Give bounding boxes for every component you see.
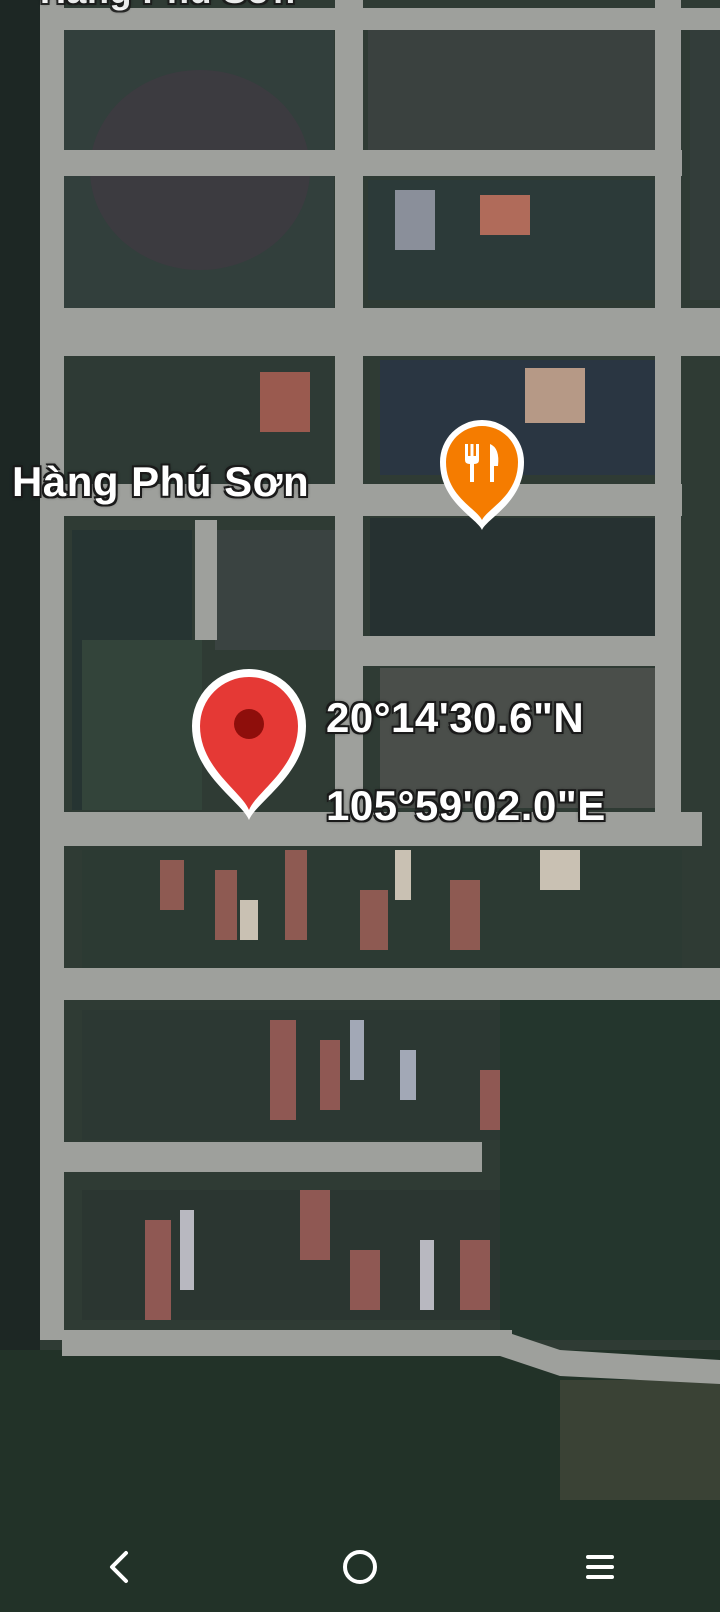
home-button[interactable]	[320, 1532, 400, 1602]
back-chevron-icon	[110, 1551, 128, 1583]
pin-center-dot	[234, 709, 264, 739]
back-button[interactable]	[80, 1532, 160, 1602]
top-map-label[interactable]: Hàng Phú Sơn	[40, 0, 296, 12]
recents-menu-icon	[586, 1555, 614, 1579]
coordinate-longitude: 105°59'02.0"E	[326, 782, 606, 829]
system-nav-bar	[0, 1522, 720, 1612]
coordinate-latitude: 20°14'30.6"N	[326, 694, 585, 741]
restaurant-pin[interactable]	[432, 410, 532, 540]
home-circle-icon	[343, 1550, 377, 1584]
dropped-pin[interactable]	[188, 664, 310, 834]
poi-label[interactable]: Hàng Phú Sơn	[12, 458, 309, 506]
recents-button[interactable]	[560, 1532, 640, 1602]
